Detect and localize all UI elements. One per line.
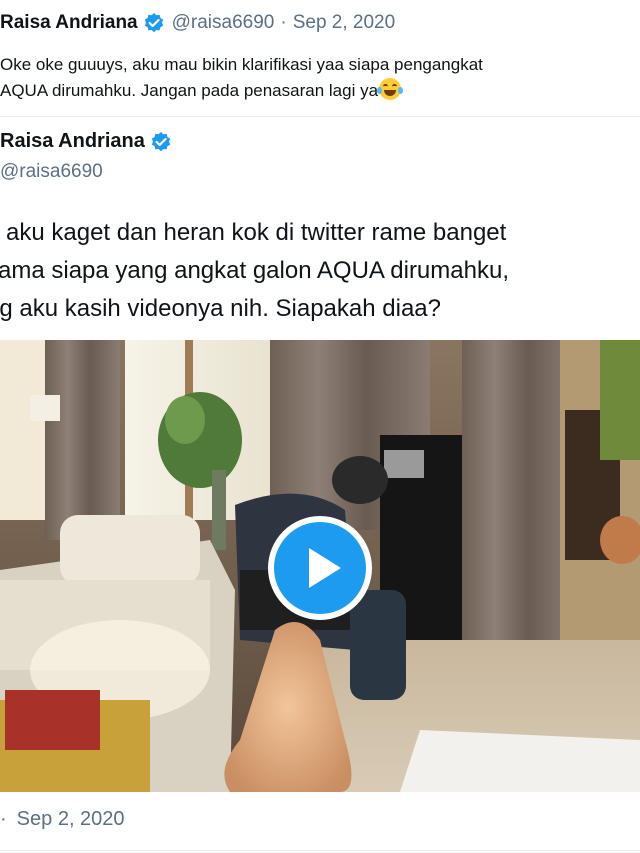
tears-of-joy-emoji-icon bbox=[377, 78, 404, 100]
quoted-tweet[interactable]: Raisa Andriana @raisa6690 · Sep 2, 2020 … bbox=[0, 0, 640, 112]
tweet-date[interactable]: Sep 2, 2020 bbox=[17, 808, 125, 830]
quoted-author-name[interactable]: Raisa Andriana bbox=[0, 12, 138, 34]
play-button[interactable] bbox=[268, 516, 372, 620]
quoted-text-line-2-text: AQUA dirumahku. Jangan pada penasaran la… bbox=[0, 81, 379, 100]
tweet-text-line-2: sama siapa yang angkat galon AQUA diruma… bbox=[0, 257, 509, 284]
tweet-text-line-1: a aku kaget dan heran kok di twitter ram… bbox=[0, 219, 507, 246]
verified-badge-icon bbox=[143, 12, 165, 34]
author-handle[interactable]: @raisa6690 bbox=[0, 161, 179, 183]
verified-badge-icon bbox=[150, 131, 172, 153]
separator-dot: · bbox=[280, 12, 287, 33]
tweet-text: a aku kaget dan heran kok di twitter ram… bbox=[0, 214, 640, 328]
quoted-text-line-1: Oke oke guuuys, aku mau bikin klarifikas… bbox=[0, 55, 483, 74]
quoted-tweet-text: Oke oke guuuys, aku mau bikin klarifikas… bbox=[0, 52, 640, 104]
tweet-footer: · Sep 2, 2020 bbox=[0, 808, 125, 831]
divider bbox=[0, 116, 640, 117]
separator-dot: · bbox=[0, 808, 7, 830]
quoted-tweet-header: Raisa Andriana @raisa6690 · Sep 2, 2020 bbox=[0, 12, 395, 34]
tweet-text-line-3: ng aku kasih videonya nih. Siapakah diaa… bbox=[0, 295, 441, 322]
author-name-row: Raisa Andriana bbox=[0, 130, 179, 153]
tweet-author[interactable]: Raisa Andriana @raisa6690 bbox=[0, 130, 179, 183]
quoted-tweet-date[interactable]: Sep 2, 2020 bbox=[293, 12, 395, 34]
divider bbox=[0, 850, 640, 851]
quoted-text-line-2: AQUA dirumahku. Jangan pada penasaran la… bbox=[0, 78, 640, 104]
quoted-author-handle[interactable]: @raisa6690 bbox=[172, 12, 275, 34]
play-icon bbox=[274, 522, 366, 614]
author-name[interactable]: Raisa Andriana bbox=[0, 130, 145, 153]
